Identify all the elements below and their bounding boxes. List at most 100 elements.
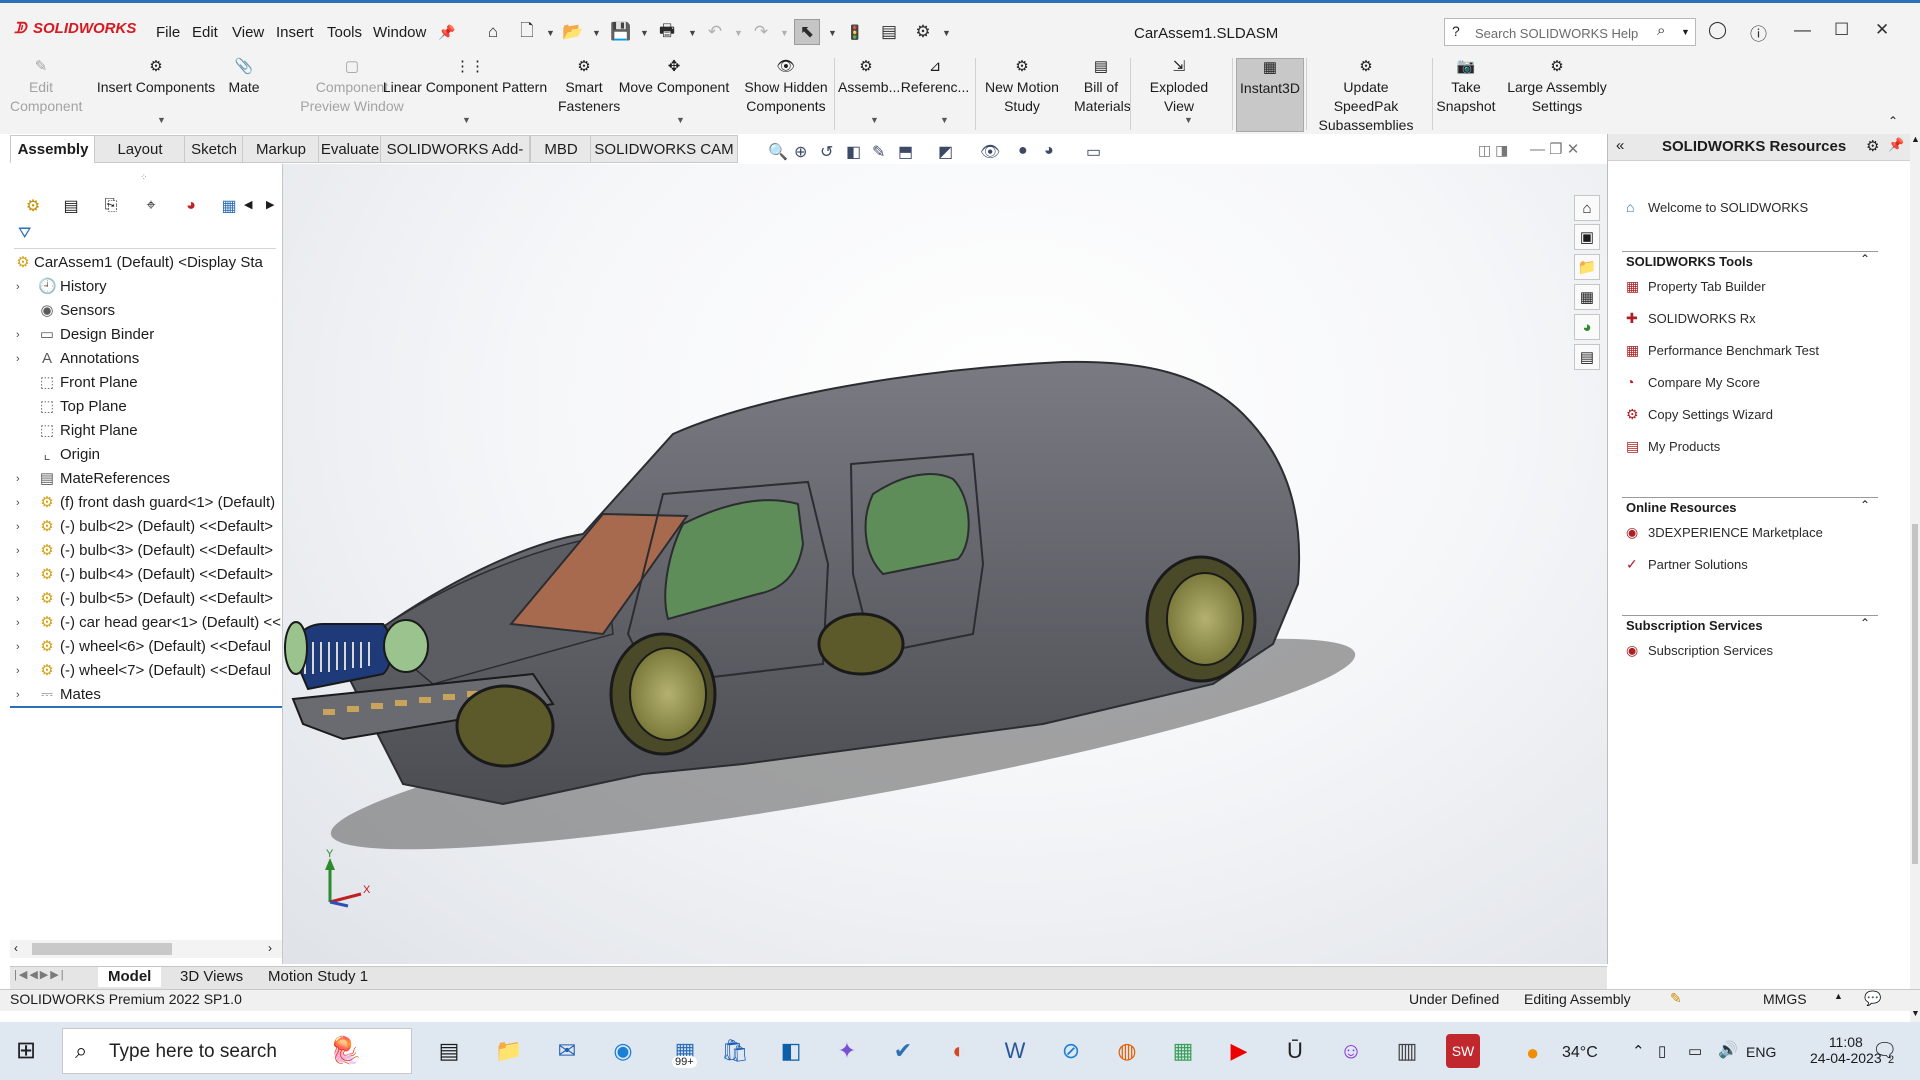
help-search-input[interactable]: Search SOLIDWORKS Help	[1475, 26, 1638, 41]
expand-chevron-icon[interactable]: ›	[16, 635, 20, 659]
resource-link[interactable]: ◉ 3DEXPERIENCE Marketplace	[1626, 524, 1823, 541]
select-icon[interactable]: ⬉	[794, 19, 820, 45]
tree-item[interactable]: › ⚙ (-) bulb<5> (Default) <<Default>	[10, 587, 282, 611]
command-motion-study[interactable]: ⚙ New Motion Study	[978, 58, 1066, 132]
scroll-thumb-vertical[interactable]	[1912, 524, 1918, 864]
display-style-icon[interactable]: ◩	[938, 142, 953, 162]
property-manager-tab-icon[interactable]: ▤	[56, 194, 86, 218]
resource-link[interactable]: ⚙ Copy Settings Wizard	[1626, 406, 1773, 423]
temperature[interactable]: 34°C	[1562, 1044, 1598, 1062]
pane-settings-icon[interactable]: ⚙	[1866, 137, 1879, 155]
previous-view-icon[interactable]: ↺	[820, 142, 833, 162]
window-v-scrollbar[interactable]: ▲ ▼	[1910, 134, 1920, 1022]
menu-tools[interactable]: Tools	[327, 24, 362, 41]
mail-icon[interactable]: ✉	[550, 1034, 584, 1068]
close-icon[interactable]: ✕	[1875, 20, 1889, 40]
volume-icon[interactable]: 🔊	[1718, 1040, 1738, 1060]
open-icon[interactable]: 📂	[560, 19, 586, 45]
command-bom[interactable]: ▤ Bill of Materials	[1074, 58, 1131, 132]
search-icon[interactable]: ⌕	[1657, 22, 1665, 39]
tree-item[interactable]: › ▭ Design Binder	[10, 323, 282, 347]
collapse-pane-icon[interactable]: «	[1616, 137, 1624, 154]
command-dropdown-icon[interactable]: ▼	[462, 115, 471, 125]
tree-item[interactable]: › ⚙ (-) bulb<4> (Default) <<Default>	[10, 563, 282, 587]
section-title[interactable]: SOLIDWORKS Tools	[1626, 254, 1753, 269]
command-show-hidden[interactable]: 👁 Show Hidden Components	[740, 58, 832, 132]
excel-grid-icon[interactable]: ▦	[1166, 1034, 1200, 1068]
command-exploded-view[interactable]: ⇲ Exploded View	[1136, 58, 1222, 132]
open-dropdown-icon[interactable]: ▼	[592, 28, 601, 38]
expand-chevron-icon[interactable]: ›	[16, 467, 20, 491]
menu-file[interactable]: File	[156, 24, 180, 41]
tree-item[interactable]: ◉ Sensors	[10, 299, 282, 323]
command-dropdown-icon[interactable]: ▼	[870, 115, 879, 125]
hide-show-items-icon[interactable]: 👁	[980, 142, 1000, 162]
configuration-manager-tab-icon[interactable]: ⎘	[96, 194, 126, 218]
feature-tree-tab-icon[interactable]: ⚙	[18, 194, 48, 218]
menu-view[interactable]: View	[232, 24, 264, 41]
menu-edit[interactable]: Edit	[192, 24, 218, 41]
custom-properties-tab-icon[interactable]: ▤	[1574, 344, 1600, 370]
tree-filter-bar[interactable]: ⛛	[14, 222, 276, 249]
tree-item[interactable]: ⬚ Right Plane	[10, 419, 282, 443]
expand-chevron-icon[interactable]: ›	[16, 683, 20, 707]
appearances-tab-icon[interactable]: ◕	[1574, 314, 1600, 340]
powerpoint-icon[interactable]: ◐	[942, 1034, 976, 1068]
welcome-link[interactable]: ⌂ Welcome to SOLIDWORKS	[1626, 199, 1808, 215]
section-title[interactable]: Subscription Services	[1626, 618, 1763, 633]
copilot-icon[interactable]: ✦	[830, 1034, 864, 1068]
tree-item[interactable]: › ⚙ (-) wheel<7> (Default) <<Defaul	[10, 659, 282, 683]
resource-link[interactable]: ◔ Compare My Score	[1626, 374, 1760, 390]
minimize-icon[interactable]: —	[1794, 20, 1811, 40]
command-insert-components[interactable]: ⚙ Insert Components	[92, 58, 220, 132]
tree-item[interactable]: › ⚙ (f) front dash guard<1> (Default)	[10, 491, 282, 515]
zoom-area-icon[interactable]: ⊕	[794, 142, 807, 162]
taskbar-search-box[interactable]: ⌕ Type here to search 🪼	[62, 1028, 412, 1074]
tab-assembly[interactable]: Assembly	[10, 135, 96, 163]
traffic-light-icon[interactable]: 🚦	[842, 19, 868, 45]
pane-pin-icon[interactable]: 📌	[1888, 137, 1904, 153]
task-view-icon[interactable]: ▤	[432, 1034, 466, 1068]
windows-start-icon[interactable]: ⊞	[16, 1036, 36, 1065]
weather-icon[interactable]: ●	[1526, 1040, 1539, 1066]
store-icon[interactable]: 🛍	[718, 1034, 752, 1068]
redo-dropdown-icon[interactable]: ▼	[780, 28, 789, 38]
command-edit-component[interactable]: ✎ Edit Component	[10, 58, 82, 132]
command-large-assembly[interactable]: ⚙ Large Assembly Settings	[1498, 58, 1616, 132]
tab-solidworks-cam[interactable]: SOLIDWORKS CAM	[590, 135, 738, 163]
game-app-icon[interactable]: ☺	[1334, 1034, 1368, 1068]
tree-item[interactable]: › ⚙ (-) bulb<2> (Default) <<Default>	[10, 515, 282, 539]
maximize-icon[interactable]: ☐	[1834, 20, 1849, 40]
design-library-tab-icon[interactable]: ▣	[1574, 224, 1600, 250]
resource-link[interactable]: ▤ My Products	[1626, 438, 1720, 455]
tab-markup[interactable]: Markup	[242, 135, 320, 163]
tray-chevron-icon[interactable]: ⌃	[1632, 1042, 1645, 1060]
account-icon[interactable]: ◯	[1708, 20, 1727, 40]
car-model-view[interactable]	[283, 164, 1607, 964]
model-tab-motion-study-1[interactable]: Motion Study 1	[258, 967, 378, 987]
tree-item[interactable]: › ⎓ Mates	[10, 683, 282, 707]
command-speedpak[interactable]: ⚙ Update SpeedPak Subassemblies	[1310, 58, 1422, 133]
model-tab-3d-views[interactable]: 3D Views	[170, 967, 253, 987]
command-dropdown-icon[interactable]: ▼	[676, 115, 685, 125]
rollback-bar[interactable]	[10, 706, 282, 708]
scroll-thumb[interactable]	[32, 943, 172, 955]
file-explorer-tab-icon[interactable]: 📁	[1574, 254, 1600, 280]
firefox-icon[interactable]: ◍	[1110, 1034, 1144, 1068]
command-move-component[interactable]: ✥ Move Component	[616, 58, 732, 132]
print-dropdown-icon[interactable]: ▼	[688, 28, 697, 38]
quick-assist-icon[interactable]: ⊘	[1054, 1034, 1088, 1068]
resource-link[interactable]: ▦ Performance Benchmark Test	[1626, 342, 1819, 359]
taskbar-search-input[interactable]: Type here to search	[109, 1041, 277, 1063]
resource-link[interactable]: ◉ Subscription Services	[1626, 642, 1773, 659]
units-selector[interactable]: MMGS	[1763, 991, 1807, 1007]
command-assembly-features[interactable]: ⚙ Assemb...	[838, 58, 900, 132]
tab-scroll-right-icon[interactable]: ▶	[266, 198, 274, 211]
save-dropdown-icon[interactable]: ▼	[640, 28, 649, 38]
command-dropdown-icon[interactable]: ▼	[1184, 115, 1193, 125]
edit-appearance-icon[interactable]: ●	[1018, 142, 1028, 160]
youtube-icon[interactable]: ▶	[1222, 1034, 1256, 1068]
redo-icon[interactable]: ↷	[748, 19, 774, 45]
meet-now-icon[interactable]: ▯	[1658, 1042, 1666, 1060]
filter-icon[interactable]: ⛛	[18, 225, 31, 243]
